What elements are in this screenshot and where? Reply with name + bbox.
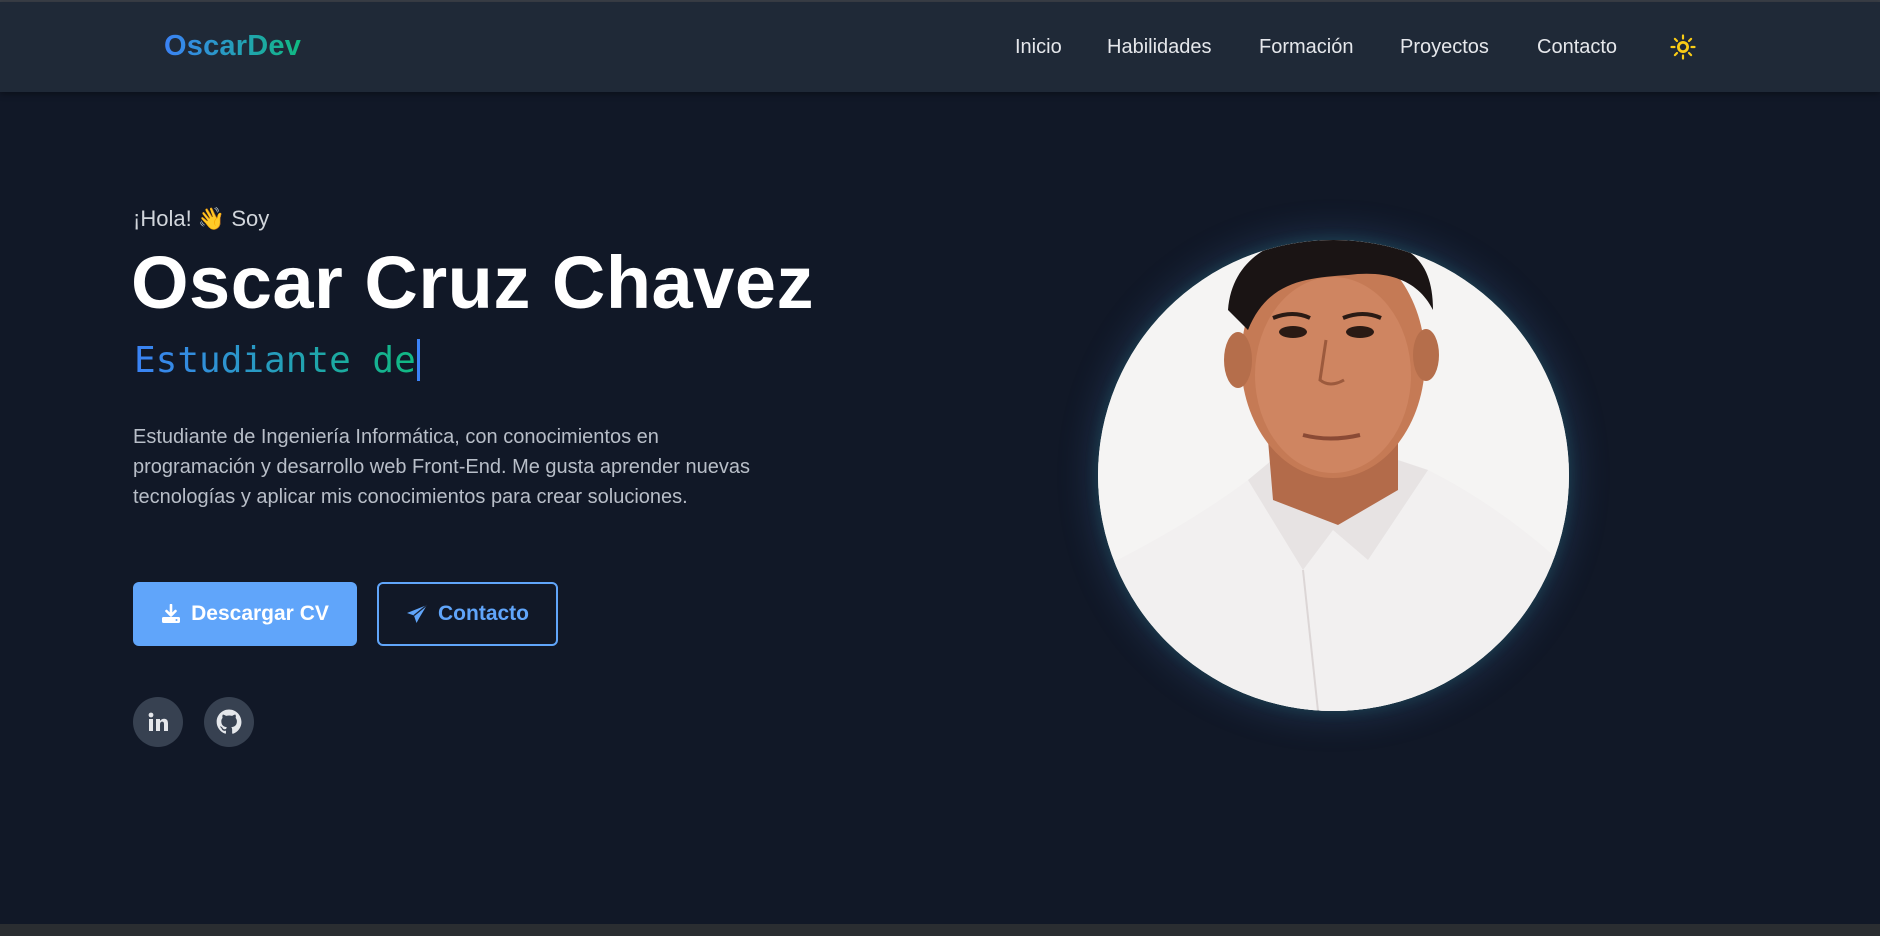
greeting-hola: ¡Hola! (133, 206, 192, 231)
typed-role: Estudiante de (134, 339, 420, 383)
download-icon (162, 604, 181, 623)
download-cv-label: Descargar CV (191, 602, 329, 625)
greeting-soy: Soy (231, 206, 270, 231)
linkedin-icon (148, 712, 168, 731)
hero-section: ¡Hola! 👋 Soy Oscar Cruz Chavez Estudiant… (0, 92, 1880, 924)
paper-plane-icon (407, 604, 428, 623)
github-link[interactable] (204, 697, 254, 747)
profile-photo (1098, 240, 1569, 711)
nav-links: Inicio Habilidades Formación Proyectos C… (0, 36, 1880, 66)
navbar: OscarDev Inicio Habilidades Formación Pr… (0, 2, 1880, 92)
nav-link-contacto[interactable]: Contacto (1537, 36, 1617, 59)
nav-link-habilidades[interactable]: Habilidades (1107, 36, 1212, 59)
github-icon (216, 709, 242, 734)
linkedin-link[interactable] (133, 697, 183, 747)
typing-cursor (416, 339, 420, 381)
contact-button[interactable]: Contacto (377, 582, 558, 646)
contact-button-label: Contacto (438, 602, 529, 625)
profile-photo-illustration (1098, 240, 1569, 711)
sun-icon (1670, 34, 1696, 60)
theme-toggle-button[interactable] (1670, 34, 1696, 60)
hero-bio: Estudiante de Ingeniería Informática, co… (133, 426, 750, 508)
hero-name: Oscar Cruz Chavez (131, 241, 814, 324)
greeting: ¡Hola! 👋 Soy (133, 206, 269, 232)
nav-link-proyectos[interactable]: Proyectos (1400, 36, 1489, 59)
download-cv-button[interactable]: Descargar CV (133, 582, 357, 646)
wave-emoji: 👋 (197, 206, 226, 231)
nav-link-inicio[interactable]: Inicio (1015, 36, 1062, 59)
window-bottom-bar (0, 924, 1880, 936)
nav-link-formacion[interactable]: Formación (1259, 36, 1353, 59)
typed-role-text: Estudiante de (134, 340, 416, 381)
